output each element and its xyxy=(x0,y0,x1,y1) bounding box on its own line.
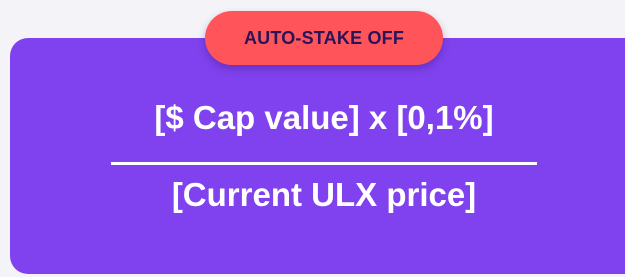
formula-numerator: [$ Cap value] x [0,1%] xyxy=(154,99,494,136)
auto-stake-status-label: AUTO-STAKE OFF xyxy=(243,27,405,48)
fraction-divider xyxy=(111,162,537,165)
formula-panel: AUTO-STAKE OFF [$ Cap value] x [0,1%] [C… xyxy=(0,0,625,277)
auto-stake-status-badge: AUTO-STAKE OFF xyxy=(205,11,443,65)
formula-card xyxy=(10,38,625,274)
formula-denominator: [Current ULX price] xyxy=(171,176,477,213)
